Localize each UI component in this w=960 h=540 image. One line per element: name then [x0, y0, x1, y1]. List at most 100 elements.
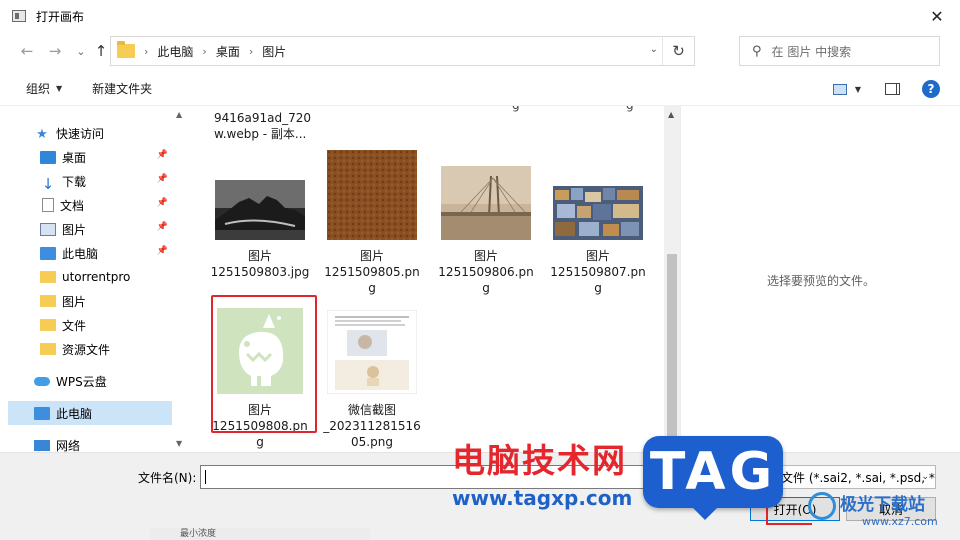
sidebar-item-label: utorrentpro [62, 270, 131, 284]
background-window-strip: 最小浓度 [150, 528, 370, 540]
window-title: 打开画布 [36, 9, 85, 24]
search-icon: ⚲ [752, 43, 762, 59]
file-label: 图片 1251509807.pn g [550, 249, 646, 295]
chevron-down-icon: ⌄ [921, 472, 929, 482]
file-tile[interactable]: 图片 1251509803.jpg [204, 180, 316, 280]
breadcrumb-separator[interactable]: › [202, 45, 206, 58]
sidebar-item[interactable]: 图片 [8, 289, 172, 313]
pin-icon[interactable]: 📌 [157, 222, 168, 232]
pin-icon[interactable]: 📌 [157, 246, 168, 256]
sidebar-item-label: 快速访问 [56, 126, 105, 141]
folder-icon [40, 343, 56, 355]
scroll-up-icon[interactable]: ▲ [176, 110, 182, 119]
highlight-annotation-box [211, 295, 317, 433]
view-controls: ▼ ? [832, 80, 940, 98]
file-label: 微信截图 _202311281516 05.png [323, 403, 421, 449]
sidebar-item-label: 此电脑 [62, 246, 99, 261]
cloud-icon [34, 376, 50, 386]
scroll-down-icon[interactable]: ▼ [176, 439, 182, 448]
file-tile[interactable]: 图片 1251509807.pn g [542, 186, 654, 296]
file-tile-partial[interactable]: 9416a91ad_720 w.webp - 副本... [214, 110, 326, 142]
sidebar-item-label: 文件 [62, 318, 87, 333]
sidebar-item[interactable]: 此电脑 [8, 401, 172, 425]
file-name-line: w.webp - 副本... [214, 127, 307, 141]
pictures-icon [40, 222, 56, 236]
sidebar-item-label: 图片 [62, 294, 87, 309]
file-label: 图片 1251509806.pn g [438, 249, 534, 295]
file-tile[interactable]: 图片 1251509805.pn g [316, 150, 428, 296]
organize-button[interactable]: 组织 ▼ [26, 80, 62, 97]
chevron-down-icon[interactable]: ⌄ [650, 44, 658, 55]
breadcrumb-this-pc[interactable]: 此电脑 [157, 43, 193, 60]
pin-icon[interactable]: 📌 [157, 174, 168, 184]
navigation-bar: ← → ⌄ ↑ › 此电脑 › 桌面 › 图片 ⌄ ↻ ⚲ 在 图片 中搜索 [0, 32, 960, 70]
file-type-value: 画布文件 (*.sai2, *.sai, *.psd, * [757, 470, 935, 485]
pin-icon[interactable]: 📌 [157, 150, 168, 160]
folder-icon [40, 319, 56, 331]
bridge-photo-thumbnail [441, 166, 531, 240]
folder-icon [40, 271, 56, 283]
sidebar-item[interactable]: ↓ 下载 📌 [8, 169, 172, 193]
refresh-icon[interactable]: ↻ [662, 37, 694, 65]
breadcrumb-desktop[interactable]: 桌面 [216, 43, 240, 60]
navigation-pane: ★ 快速访问 桌面 📌 ↓ 下载 📌 文档 📌 图片 📌 此电脑 📌 utorrentpro 图片 文件 资源文… [8, 106, 188, 452]
sidebar-item[interactable]: ★ 快速访问 [8, 121, 172, 145]
preview-pane: 选择要预览的文件。 [680, 106, 960, 452]
help-icon[interactable]: ? [922, 80, 940, 98]
close-icon[interactable]: ✕ [914, 0, 960, 32]
view-mode-icon[interactable] [832, 83, 847, 95]
breadcrumb-separator[interactable]: › [249, 45, 253, 58]
forward-arrow-icon[interactable]: → [44, 40, 66, 62]
sidebar-item[interactable]: 桌面 📌 [8, 145, 172, 169]
up-arrow-icon[interactable]: ↑ [90, 40, 112, 62]
computer-icon [34, 406, 50, 420]
organize-label: 组织 [26, 82, 51, 96]
search-placeholder: 在 图片 中搜索 [771, 44, 852, 59]
download-icon: ↓ [41, 174, 55, 193]
leather-texture-thumbnail [327, 150, 417, 240]
scroll-up-icon[interactable]: ▲ [668, 110, 674, 119]
screenshot-doc-thumbnail [326, 309, 418, 395]
folder-icon [117, 41, 135, 58]
partial-label-fragment: g [512, 106, 520, 112]
sidebar-item[interactable]: WPS云盘 [8, 369, 172, 393]
navigation-scrollbar[interactable]: ▲ ▼ [172, 106, 188, 452]
sidebar-item[interactable]: 图片 📌 [8, 217, 172, 241]
watermark-text: 电脑技术网 www.tagxp.com [452, 442, 642, 509]
sidebar-item[interactable]: 资源文件 [8, 337, 172, 361]
watermark-tag-logo: TAG [643, 436, 783, 520]
file-tile[interactable]: 图片 1251509806.pn g [430, 166, 542, 296]
recent-locations-icon[interactable]: ⌄ [70, 40, 92, 62]
sidebar-item[interactable]: 文档 📌 [8, 193, 172, 217]
preview-pane-icon[interactable] [885, 83, 900, 95]
sidebar-item-label: 桌面 [62, 150, 87, 165]
sidebar-item-label: WPS云盘 [56, 374, 107, 389]
watermark-site: 极光下载站 www.xz7.com [808, 488, 958, 538]
sidebar-item-label: 文档 [60, 198, 85, 213]
sidebar-item-label: 资源文件 [62, 342, 111, 357]
file-list-scrollbar[interactable]: ▲ [664, 106, 680, 452]
sidebar-item[interactable]: 网络 [8, 433, 172, 452]
breadcrumb-separator[interactable]: › [144, 45, 148, 58]
file-label: 图片 1251509803.jpg [210, 249, 310, 279]
site-logo-icon [808, 492, 836, 520]
file-tile[interactable]: 微信截图 _202311281516 05.png [316, 309, 428, 450]
sidebar-item[interactable]: 此电脑 📌 [8, 241, 172, 265]
scrollbar-thumb[interactable] [667, 254, 677, 444]
breadcrumb-pictures[interactable]: 图片 [262, 43, 286, 60]
document-icon [42, 198, 54, 212]
address-bar[interactable]: › 此电脑 › 桌面 › 图片 ⌄ ↻ [110, 36, 695, 66]
rock-photo-thumbnail [215, 180, 305, 240]
sidebar-item[interactable]: 文件 [8, 313, 172, 337]
new-folder-button[interactable]: 新建文件夹 [92, 80, 152, 97]
partial-label-fragment: g [626, 106, 634, 112]
filename-label: 文件名(N): [138, 471, 197, 485]
text-caret [205, 470, 206, 484]
search-box[interactable]: ⚲ 在 图片 中搜索 [739, 36, 940, 66]
star-icon: ★ [36, 126, 48, 142]
back-arrow-icon[interactable]: ← [16, 40, 38, 62]
sidebar-item[interactable]: utorrentpro [8, 265, 172, 289]
caret-down-icon[interactable]: ▼ [855, 85, 861, 94]
folder-icon [40, 295, 56, 307]
pin-icon[interactable]: 📌 [157, 198, 168, 208]
